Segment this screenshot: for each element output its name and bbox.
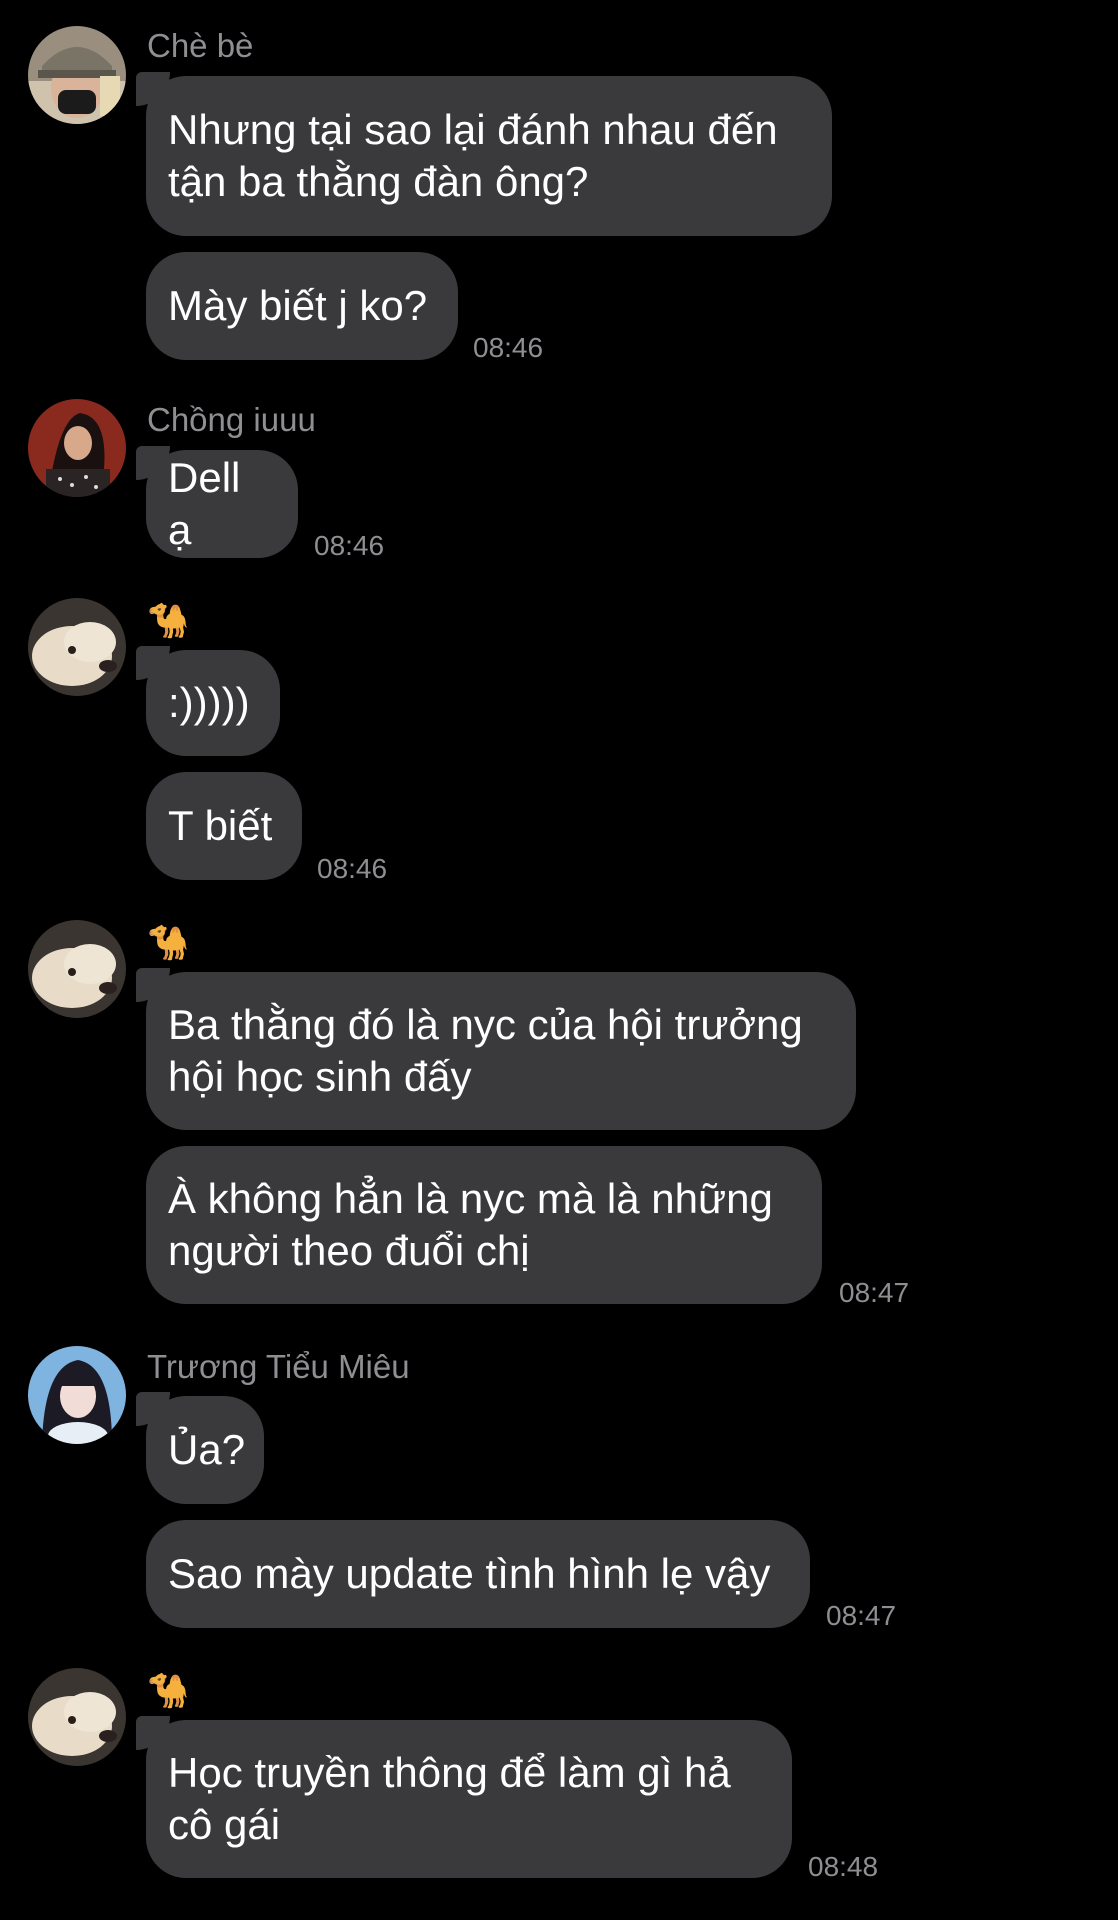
sender-name: 🐪: [147, 1672, 190, 1710]
avatar[interactable]: [28, 1346, 126, 1444]
message-text: Ủa?: [168, 1426, 246, 1473]
message-bubble[interactable]: Ủa?: [136, 1392, 264, 1504]
message-text: Mày biết j ko?: [168, 282, 428, 329]
golden-retriever-dog-avatar: [28, 1668, 126, 1766]
message-text: Ba thằng đó là nyc của hội trưởng hội họ…: [168, 1001, 803, 1100]
sender-name: Trương Tiểu Miêu: [147, 1348, 410, 1385]
avatar[interactable]: [28, 399, 126, 497]
message-bubble[interactable]: Sao mày update tình hình lẹ vậy: [146, 1520, 810, 1628]
message-timestamp: 08:46: [317, 853, 388, 884]
message-text: Sao mày update tình hình lẹ vậy: [168, 1550, 771, 1597]
message-bubble[interactable]: Học truyền thông để làm gì hả cô gái: [136, 1716, 792, 1878]
sender-name: 🐪: [147, 602, 190, 640]
message-bubble[interactable]: Dell ạ: [136, 446, 298, 558]
woman-dark-hair-red-background-avatar: [28, 399, 126, 497]
message-timestamp: 08:46: [473, 332, 544, 363]
golden-retriever-dog-avatar: [28, 920, 126, 1018]
sender-name: Chè bè: [147, 27, 254, 64]
message-timestamp: 08:47: [826, 1600, 897, 1631]
avatar[interactable]: [28, 1668, 126, 1766]
message-text: Học truyền thông để làm gì hả cô gái: [168, 1749, 731, 1848]
message-bubble[interactable]: Mày biết j ko?: [146, 252, 458, 360]
message-bubble[interactable]: À không hẳn là nyc mà là những người the…: [146, 1146, 822, 1304]
sender-name: Chồng iuuu: [147, 401, 316, 438]
message-timestamp: 08:46: [314, 530, 385, 561]
sender-name: 🐪: [147, 924, 190, 962]
message-text: Nhưng tại sao lại đánh nhau đến tận ba t…: [168, 106, 778, 205]
woman-with-cap-and-mask-avatar: [28, 26, 126, 124]
message-text: :))))): [168, 679, 250, 726]
message-timestamp: 08:48: [808, 1851, 879, 1882]
message-bubble[interactable]: Ba thằng đó là nyc của hội trưởng hội họ…: [136, 968, 856, 1130]
anime-girl-blue-avatar: [28, 1346, 126, 1444]
avatar[interactable]: [28, 920, 126, 1018]
golden-retriever-dog-avatar: [28, 598, 126, 696]
message-text: T biết: [168, 802, 273, 849]
avatar[interactable]: [28, 26, 126, 124]
message-bubble[interactable]: Nhưng tại sao lại đánh nhau đến tận ba t…: [136, 72, 832, 236]
avatar[interactable]: [28, 598, 126, 696]
message-text: Dell ạ: [168, 454, 241, 553]
message-bubble[interactable]: :))))): [136, 646, 280, 756]
message-timestamp: 08:47: [839, 1277, 910, 1308]
message-bubble[interactable]: T biết: [146, 772, 302, 880]
message-text: À không hẳn là nyc mà là những người the…: [168, 1175, 773, 1274]
